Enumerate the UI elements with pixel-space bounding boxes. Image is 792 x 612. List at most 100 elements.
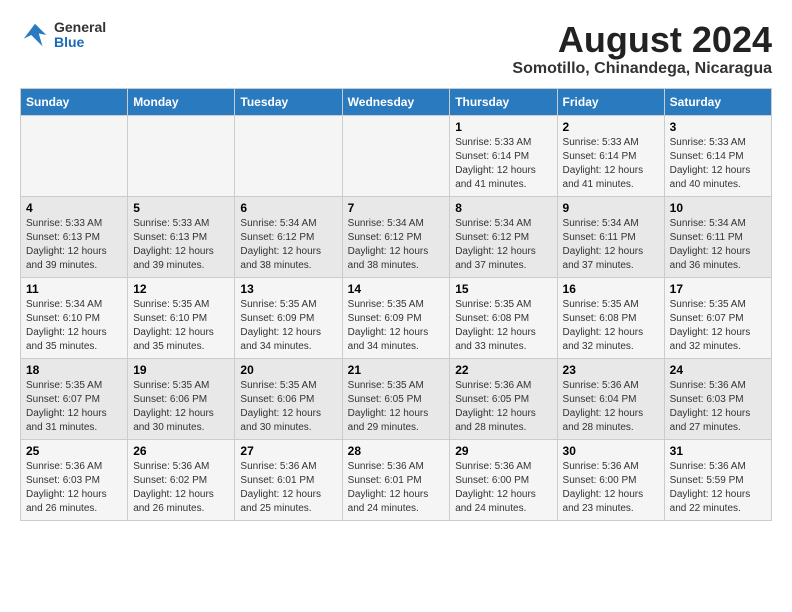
logo-text: General Blue [54, 20, 106, 51]
logo-general: General [54, 20, 106, 35]
day-info: Sunrise: 5:35 AM Sunset: 6:08 PM Dayligh… [563, 298, 659, 354]
calendar-cell: 11 Sunrise: 5:34 AM Sunset: 6:10 PM Dayli… [21, 277, 128, 358]
calendar-cell [235, 115, 342, 196]
day-number: 25 [26, 444, 122, 458]
day-number: 21 [348, 363, 445, 377]
calendar-week-row: 4 Sunrise: 5:33 AM Sunset: 6:13 PM Daylig… [21, 196, 772, 277]
day-number: 22 [455, 363, 551, 377]
calendar-cell [128, 115, 235, 196]
day-number: 9 [563, 201, 659, 215]
calendar-cell: 22Sunrise: 5:36 AM Sunset: 6:05 PM Dayli… [450, 358, 557, 439]
location-subtitle: Somotillo, Chinandega, Nicaragua [512, 60, 772, 78]
day-number: 19 [133, 363, 229, 377]
calendar-cell: 27 Sunrise: 5:36 AM Sunset: 6:01 PM Dayli… [235, 439, 342, 520]
day-number: 6 [240, 201, 336, 215]
calendar-week-row: 18 Sunrise: 5:35 AM Sunset: 6:07 PM Dayli… [21, 358, 772, 439]
calendar-cell: 16 Sunrise: 5:35 AM Sunset: 6:08 PM Dayli… [557, 277, 664, 358]
calendar-cell: 8 Sunrise: 5:34 AM Sunset: 6:12 PM Daylig… [450, 196, 557, 277]
day-number: 24 [670, 363, 766, 377]
calendar-cell: 10 Sunrise: 5:34 AM Sunset: 6:11 PM Dayli… [664, 196, 771, 277]
day-info: Sunrise: 5:34 AM Sunset: 6:11 PM Dayligh… [670, 217, 766, 273]
day-info: Sunrise: 5:36 AM Sunset: 5:59 PM Dayligh… [670, 460, 766, 516]
calendar-cell: 20Sunrise: 5:35 AM Sunset: 6:06 PM Dayli… [235, 358, 342, 439]
calendar-cell: 4 Sunrise: 5:33 AM Sunset: 6:13 PM Daylig… [21, 196, 128, 277]
calendar-cell: 31 Sunrise: 5:36 AM Sunset: 5:59 PM Dayli… [664, 439, 771, 520]
day-info: Sunrise: 5:36 AM Sunset: 6:00 PM Dayligh… [455, 460, 551, 516]
day-info: Sunrise: 5:36 AM Sunset: 6:00 PM Dayligh… [563, 460, 659, 516]
day-info: Sunrise: 5:36 AM Sunset: 6:04 PM Dayligh… [563, 379, 659, 435]
day-number: 17 [670, 282, 766, 296]
day-info: Sunrise: 5:36 AM Sunset: 6:01 PM Dayligh… [348, 460, 445, 516]
day-number: 10 [670, 201, 766, 215]
day-info: Sunrise: 5:35 AM Sunset: 6:05 PM Dayligh… [348, 379, 445, 435]
day-number: 27 [240, 444, 336, 458]
day-info: Sunrise: 5:33 AM Sunset: 6:14 PM Dayligh… [455, 136, 551, 192]
day-number: 5 [133, 201, 229, 215]
calendar-cell: 18 Sunrise: 5:35 AM Sunset: 6:07 PM Dayli… [21, 358, 128, 439]
calendar-cell: 30 Sunrise: 5:36 AM Sunset: 6:00 PM Dayli… [557, 439, 664, 520]
day-number: 31 [670, 444, 766, 458]
day-number: 15 [455, 282, 551, 296]
day-number: 1 [455, 120, 551, 134]
weekday-header-monday: Monday [128, 88, 235, 115]
day-info: Sunrise: 5:36 AM Sunset: 6:03 PM Dayligh… [26, 460, 122, 516]
calendar-week-row: 25 Sunrise: 5:36 AM Sunset: 6:03 PM Dayli… [21, 439, 772, 520]
day-number: 13 [240, 282, 336, 296]
weekday-header-tuesday: Tuesday [235, 88, 342, 115]
day-number: 7 [348, 201, 445, 215]
day-number: 14 [348, 282, 445, 296]
logo-blue: Blue [54, 35, 106, 50]
day-info: Sunrise: 5:36 AM Sunset: 6:01 PM Dayligh… [240, 460, 336, 516]
calendar-cell: 25 Sunrise: 5:36 AM Sunset: 6:03 PM Dayli… [21, 439, 128, 520]
weekday-header-thursday: Thursday [450, 88, 557, 115]
day-number: 26 [133, 444, 229, 458]
day-info: Sunrise: 5:34 AM Sunset: 6:12 PM Dayligh… [348, 217, 445, 273]
calendar-cell: 14 Sunrise: 5:35 AM Sunset: 6:09 PM Dayli… [342, 277, 450, 358]
day-number: 11 [26, 282, 122, 296]
weekday-header-wednesday: Wednesday [342, 88, 450, 115]
weekday-header-saturday: Saturday [664, 88, 771, 115]
calendar-table: SundayMondayTuesdayWednesdayThursdayFrid… [20, 88, 772, 521]
day-info: Sunrise: 5:34 AM Sunset: 6:11 PM Dayligh… [563, 217, 659, 273]
calendar-cell: 13Sunrise: 5:35 AM Sunset: 6:09 PM Dayli… [235, 277, 342, 358]
day-number: 3 [670, 120, 766, 134]
calendar-cell: 9 Sunrise: 5:34 AM Sunset: 6:11 PM Daylig… [557, 196, 664, 277]
calendar-cell: 19Sunrise: 5:35 AM Sunset: 6:06 PM Dayli… [128, 358, 235, 439]
weekday-header-friday: Friday [557, 88, 664, 115]
day-number: 4 [26, 201, 122, 215]
day-number: 8 [455, 201, 551, 215]
calendar-cell: 26Sunrise: 5:36 AM Sunset: 6:02 PM Dayli… [128, 439, 235, 520]
calendar-cell: 1 Sunrise: 5:33 AM Sunset: 6:14 PM Daylig… [450, 115, 557, 196]
day-info: Sunrise: 5:34 AM Sunset: 6:10 PM Dayligh… [26, 298, 122, 354]
day-number: 16 [563, 282, 659, 296]
calendar-week-row: 11 Sunrise: 5:34 AM Sunset: 6:10 PM Dayli… [21, 277, 772, 358]
day-info: Sunrise: 5:33 AM Sunset: 6:13 PM Dayligh… [26, 217, 122, 273]
weekday-header-sunday: Sunday [21, 88, 128, 115]
day-number: 28 [348, 444, 445, 458]
day-info: Sunrise: 5:35 AM Sunset: 6:08 PM Dayligh… [455, 298, 551, 354]
day-info: Sunrise: 5:33 AM Sunset: 6:14 PM Dayligh… [670, 136, 766, 192]
day-info: Sunrise: 5:33 AM Sunset: 6:14 PM Dayligh… [563, 136, 659, 192]
day-number: 18 [26, 363, 122, 377]
calendar-cell: 2 Sunrise: 5:33 AM Sunset: 6:14 PM Daylig… [557, 115, 664, 196]
calendar-cell: 28 Sunrise: 5:36 AM Sunset: 6:01 PM Dayli… [342, 439, 450, 520]
month-title: August 2024 [512, 20, 772, 60]
calendar-cell [21, 115, 128, 196]
calendar-cell: 3 Sunrise: 5:33 AM Sunset: 6:14 PM Daylig… [664, 115, 771, 196]
calendar-cell: 23Sunrise: 5:36 AM Sunset: 6:04 PM Dayli… [557, 358, 664, 439]
calendar-week-row: 1 Sunrise: 5:33 AM Sunset: 6:14 PM Daylig… [21, 115, 772, 196]
calendar-cell: 24Sunrise: 5:36 AM Sunset: 6:03 PM Dayli… [664, 358, 771, 439]
day-info: Sunrise: 5:33 AM Sunset: 6:13 PM Dayligh… [133, 217, 229, 273]
day-info: Sunrise: 5:34 AM Sunset: 6:12 PM Dayligh… [455, 217, 551, 273]
day-number: 2 [563, 120, 659, 134]
day-info: Sunrise: 5:35 AM Sunset: 6:09 PM Dayligh… [348, 298, 445, 354]
calendar-cell: 21 Sunrise: 5:35 AM Sunset: 6:05 PM Dayli… [342, 358, 450, 439]
day-info: Sunrise: 5:35 AM Sunset: 6:07 PM Dayligh… [26, 379, 122, 435]
calendar-cell: 12Sunrise: 5:35 AM Sunset: 6:10 PM Dayli… [128, 277, 235, 358]
logo: General Blue [20, 20, 106, 51]
calendar-body: 1 Sunrise: 5:33 AM Sunset: 6:14 PM Daylig… [21, 115, 772, 520]
day-info: Sunrise: 5:34 AM Sunset: 6:12 PM Dayligh… [240, 217, 336, 273]
day-number: 30 [563, 444, 659, 458]
day-info: Sunrise: 5:35 AM Sunset: 6:10 PM Dayligh… [133, 298, 229, 354]
day-number: 29 [455, 444, 551, 458]
